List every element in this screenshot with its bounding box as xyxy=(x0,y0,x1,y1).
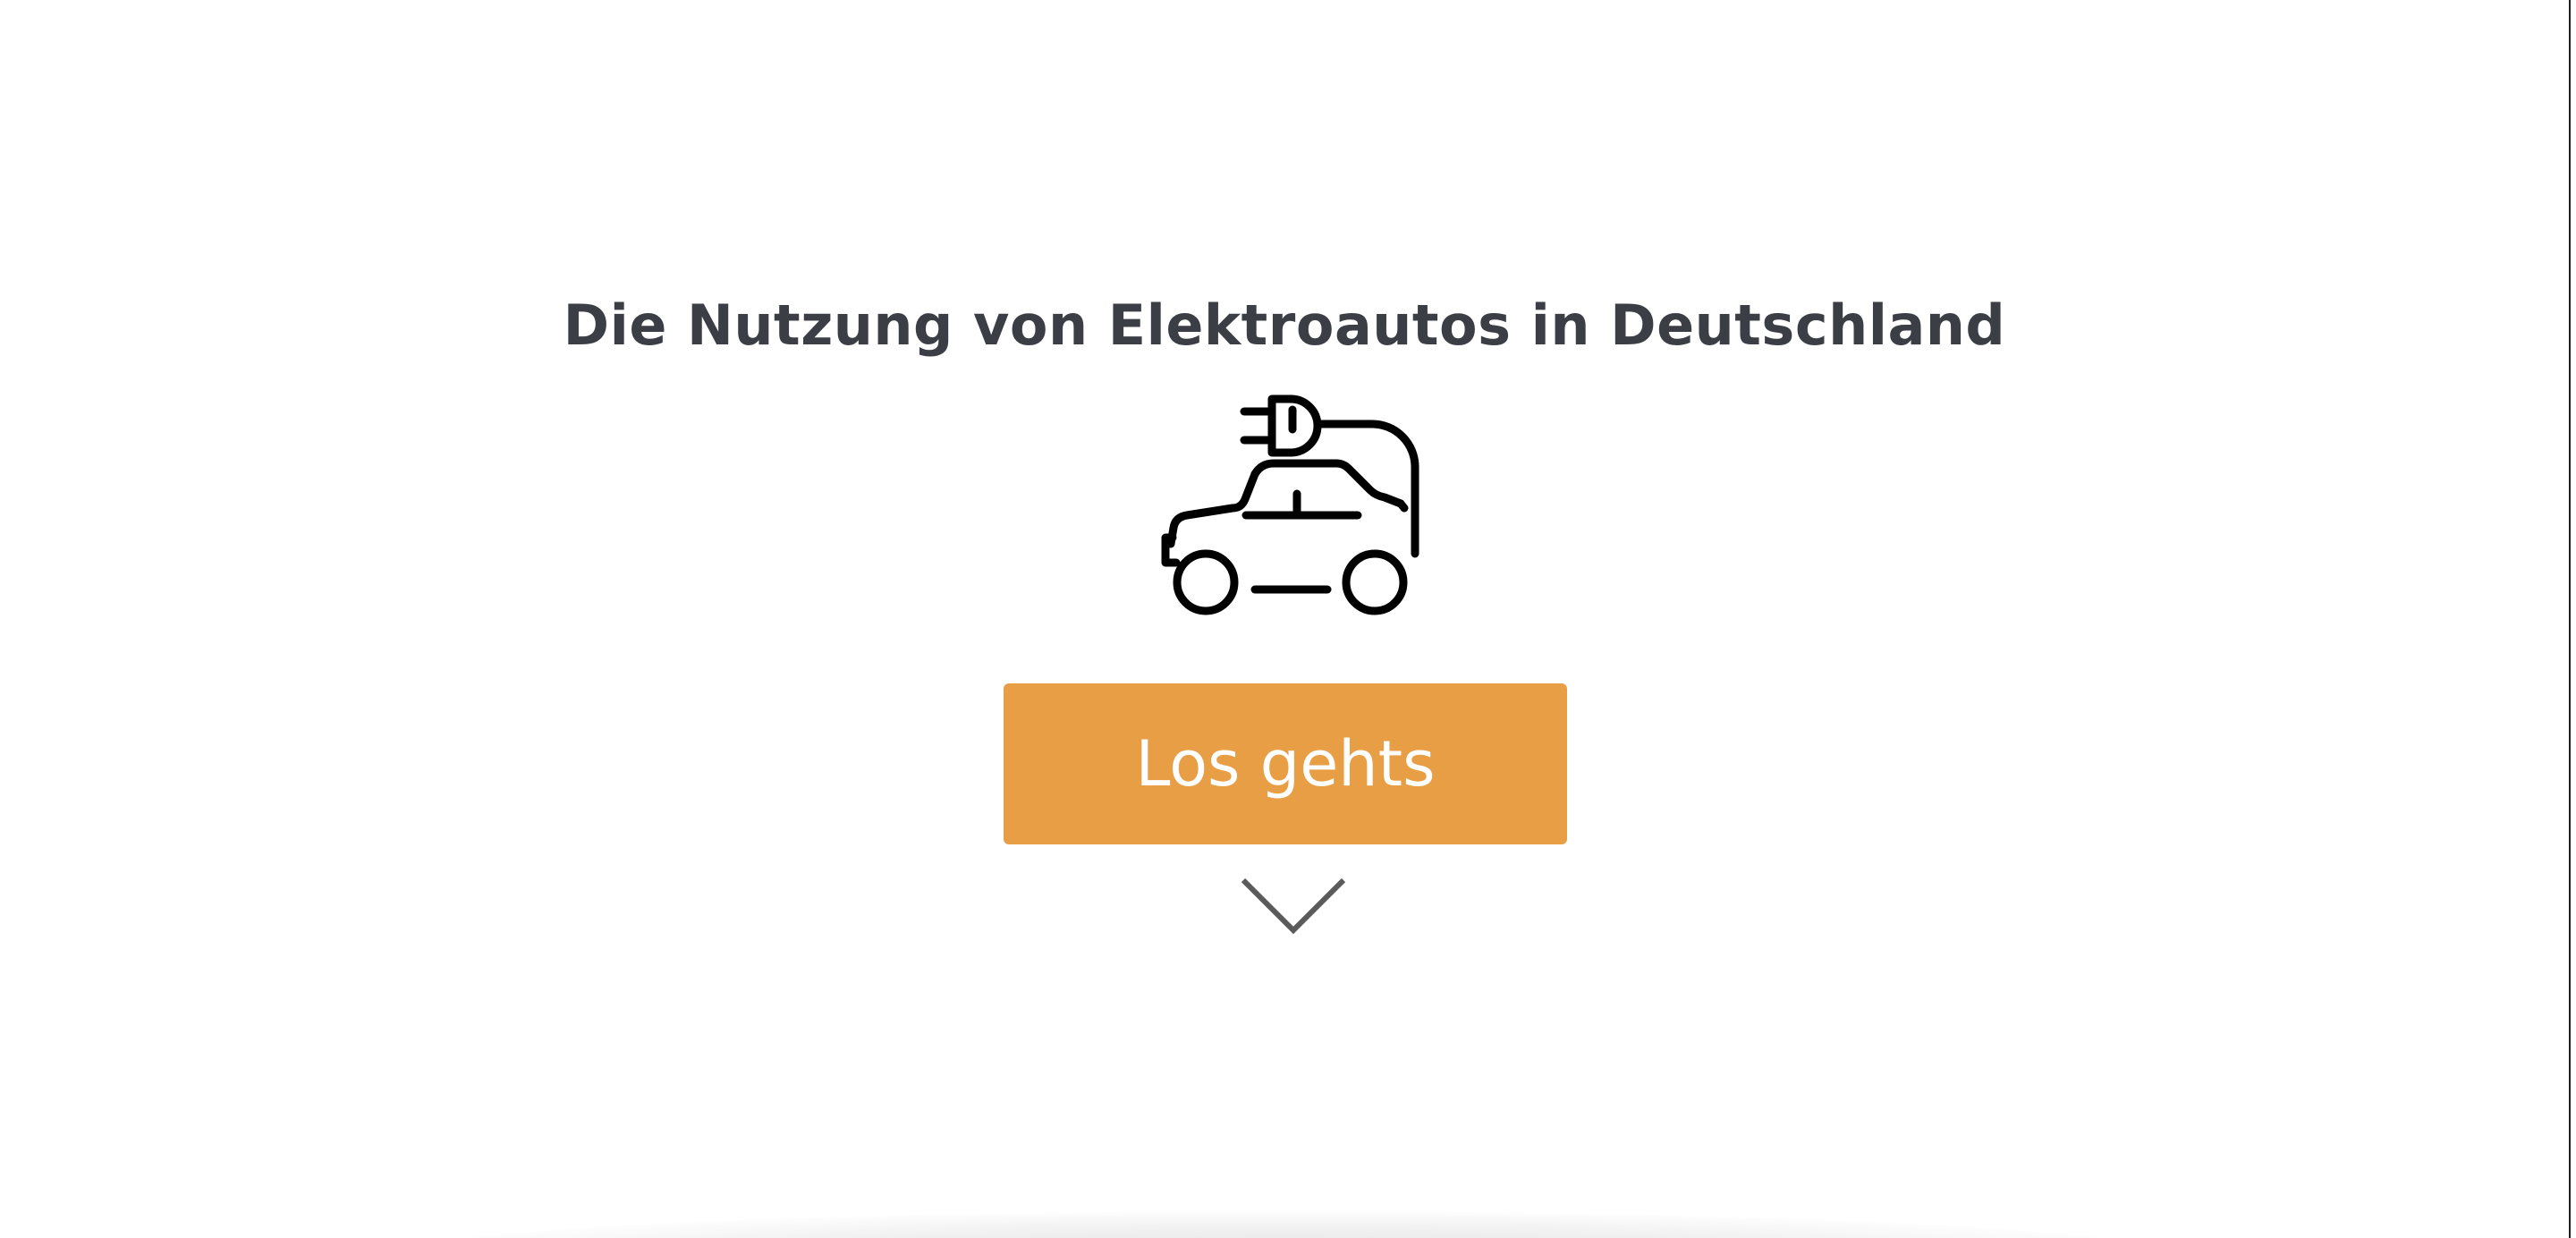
page-title: Die Nutzung von Elektroautos in Deutschl… xyxy=(563,292,2006,358)
footer-shadow xyxy=(420,1211,2148,1238)
start-button[interactable]: Los gehts xyxy=(1004,683,1567,844)
electric-car-plug-icon xyxy=(1161,394,1419,615)
page: Die Nutzung von Elektroautos in Deutschl… xyxy=(0,0,2569,1238)
window-right-edge xyxy=(2569,0,2576,1238)
chevron-down-icon[interactable] xyxy=(1240,875,1347,939)
